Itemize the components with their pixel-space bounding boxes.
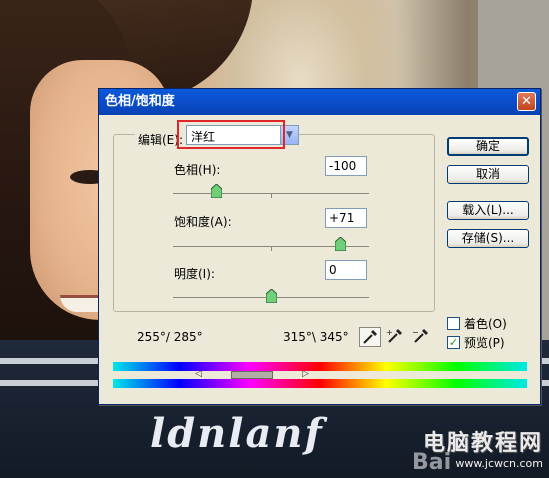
svg-text:−: −	[412, 328, 419, 337]
saturation-slider-tick	[271, 246, 272, 251]
colorize-label[interactable]: 着色(O)	[464, 315, 507, 332]
result-spectrum-bar	[113, 379, 527, 388]
hue-slider-thumb[interactable]	[211, 184, 223, 198]
preview-checkbox[interactable]: ✓	[447, 336, 460, 349]
range-left-readout: 255°/ 285°	[137, 330, 203, 344]
close-button[interactable]: ✕	[517, 92, 536, 111]
hue-label: 色相(H):	[174, 163, 221, 177]
site-watermark: 电脑教程网 www.jcwcn.com	[423, 425, 543, 470]
highlight-box	[177, 120, 285, 149]
svg-text:+: +	[386, 328, 393, 337]
adjust-group	[113, 134, 435, 312]
saturation-slider-thumb[interactable]	[335, 237, 347, 251]
eyedropper-icon	[363, 330, 377, 344]
dialog-titlebar[interactable]: 色相/饱和度 ✕	[99, 89, 540, 115]
eyedropper-plus-icon: +	[386, 328, 402, 343]
range-right-readout: 315°\ 345°	[283, 330, 349, 344]
lightness-slider-thumb[interactable]	[265, 289, 277, 303]
hue-slider-tick	[271, 193, 272, 198]
watermark-main: 电脑教程网	[422, 431, 543, 456]
eyedropper-plus-button[interactable]: +	[385, 327, 407, 347]
eyedropper-button[interactable]	[359, 327, 381, 347]
range-slider-right-mark[interactable]: ▷	[302, 369, 309, 379]
hue-input[interactable]: -100	[325, 156, 367, 176]
lightness-label: 明度(I):	[174, 267, 215, 281]
cancel-button[interactable]: 取消	[447, 165, 529, 184]
ok-button[interactable]: 确定	[447, 137, 529, 156]
colorize-checkbox[interactable]	[447, 317, 460, 330]
eyedropper-minus-icon: −	[412, 328, 428, 343]
range-slider-left-mark[interactable]: ◁	[195, 369, 202, 379]
load-button[interactable]: 载入(L)...	[447, 201, 529, 220]
saturation-input[interactable]: +71	[325, 208, 367, 228]
saturation-label: 饱和度(A):	[174, 215, 232, 229]
close-icon: ✕	[521, 94, 532, 109]
color-range-bar[interactable]	[231, 371, 273, 379]
save-button[interactable]: 存储(S)...	[447, 229, 529, 248]
preview-label[interactable]: 预览(P)	[464, 334, 505, 351]
dialog-title: 色相/饱和度	[105, 94, 175, 109]
checkmark-icon: ✓	[448, 336, 459, 349]
shirt-text: ldnlanf	[150, 410, 324, 457]
lightness-input[interactable]: 0	[325, 260, 367, 280]
eyedropper-minus-button[interactable]: −	[411, 327, 433, 347]
hue-saturation-dialog: 色相/饱和度 ✕ 编辑(E): 洋红 ▼ 色相(H): -100 饱和度(A):…	[98, 88, 541, 405]
source-spectrum-bar	[113, 362, 527, 371]
watermark-url: www.jcwcn.com	[455, 457, 543, 470]
